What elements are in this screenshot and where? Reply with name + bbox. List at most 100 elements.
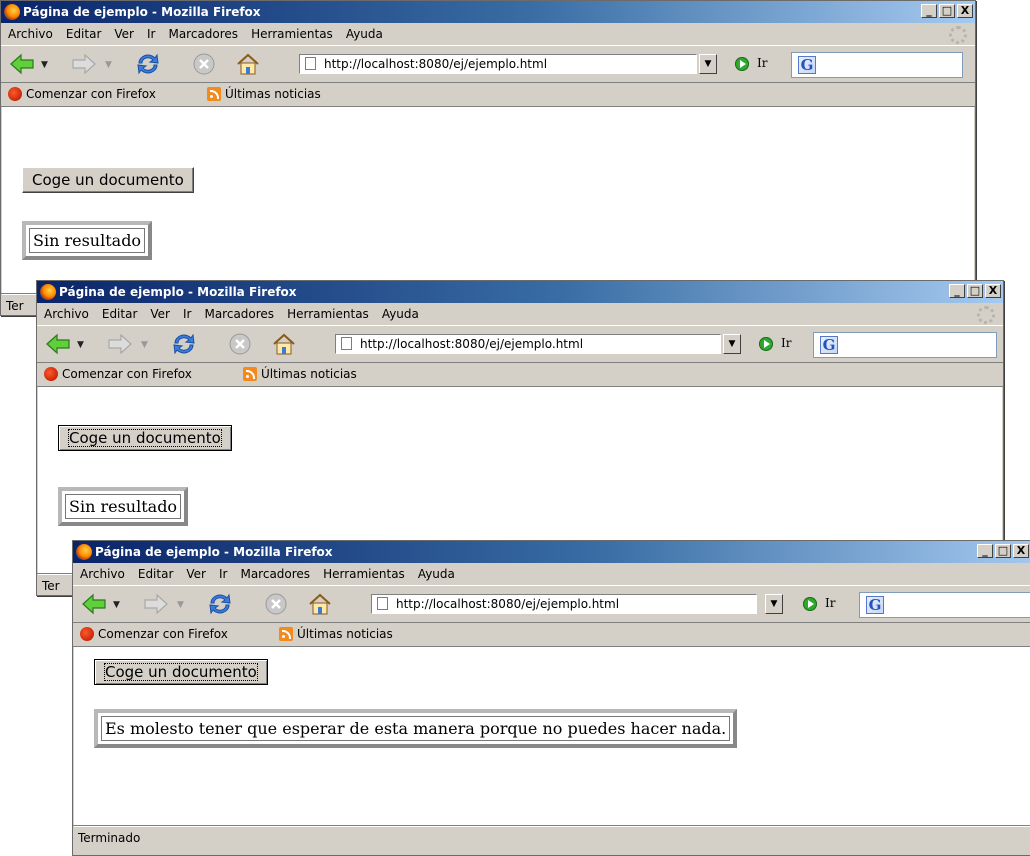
search-input[interactable]: G — [859, 592, 1030, 618]
menu-archivo[interactable]: Archivo — [8, 27, 53, 41]
menu-editar[interactable]: Editar — [66, 27, 102, 41]
menu-bar: Archivo Editar Ver Ir Marcadores Herramientas… — [73, 563, 1030, 585]
close-button[interactable]: X — [957, 4, 973, 18]
bookmarks-toolbar: Comenzar con Firefox Últimas noticias — [37, 362, 1003, 387]
stop-icon[interactable] — [227, 332, 253, 356]
home-icon[interactable] — [235, 52, 261, 76]
go-icon[interactable] — [735, 57, 749, 71]
google-search-icon[interactable]: G — [798, 56, 816, 74]
bookmark-noticias[interactable]: Últimas noticias — [261, 362, 357, 386]
firefox-icon — [76, 544, 92, 560]
menu-herramientas[interactable]: Herramientas — [287, 307, 369, 321]
google-search-icon[interactable]: G — [820, 336, 838, 354]
menu-marcadores[interactable]: Marcadores — [240, 567, 310, 581]
forward-dropdown-icon[interactable]: ▼ — [105, 60, 112, 70]
go-icon[interactable] — [759, 337, 773, 351]
title-bar[interactable]: Página de ejemplo - Mozilla Firefox _ □ … — [73, 541, 1030, 563]
result-box: Sin resultado — [58, 487, 189, 526]
page-content: Coge un documento Sin resultado — [2, 107, 974, 295]
back-dropdown-icon[interactable]: ▼ — [41, 60, 48, 70]
status-text: Terminado — [78, 831, 141, 845]
throbber-icon — [977, 306, 995, 324]
minimize-button[interactable]: _ — [977, 544, 993, 558]
go-label[interactable]: Ir — [825, 596, 835, 610]
home-icon[interactable] — [271, 332, 297, 356]
url-text: http://localhost:8080/ej/ejemplo.html — [360, 337, 584, 351]
home-icon[interactable] — [307, 592, 333, 616]
title-bar[interactable]: Página de ejemplo - Mozilla Firefox _ □ … — [37, 281, 1003, 303]
maximize-button[interactable]: □ — [939, 4, 955, 18]
menu-editar[interactable]: Editar — [138, 567, 174, 581]
menu-ir[interactable]: Ir — [183, 307, 191, 321]
menu-herramientas[interactable]: Herramientas — [251, 27, 333, 41]
stop-icon[interactable] — [263, 592, 289, 616]
url-bar[interactable]: http://localhost:8080/ej/ejemplo.html — [299, 54, 697, 74]
minimize-button[interactable]: _ — [949, 284, 965, 298]
menu-ir[interactable]: Ir — [147, 27, 155, 41]
maximize-button[interactable]: □ — [967, 284, 983, 298]
url-text: http://localhost:8080/ej/ejemplo.html — [396, 597, 620, 611]
close-button[interactable]: X — [1013, 544, 1029, 558]
url-dropdown-button[interactable]: ▼ — [699, 54, 717, 74]
menu-archivo[interactable]: Archivo — [44, 307, 89, 321]
menu-ayuda[interactable]: Ayuda — [346, 27, 383, 41]
throbber-icon — [949, 26, 967, 44]
url-dropdown-button[interactable]: ▼ — [723, 334, 741, 354]
get-document-button[interactable]: Coge un documento — [22, 167, 194, 193]
status-bar: Terminado — [73, 825, 1030, 850]
firefox-start-icon — [8, 87, 22, 101]
firefox-start-icon — [80, 627, 94, 641]
menu-ir[interactable]: Ir — [219, 567, 227, 581]
browser-window-3: Página de ejemplo - Mozilla Firefox _ □ … — [72, 540, 1030, 856]
close-button[interactable]: X — [985, 284, 1001, 298]
back-dropdown-icon[interactable]: ▼ — [77, 340, 84, 350]
back-arrow-icon[interactable] — [45, 332, 71, 356]
url-bar[interactable]: http://localhost:8080/ej/ejemplo.html — [371, 594, 757, 614]
search-input[interactable]: G — [813, 332, 997, 358]
bookmark-comenzar[interactable]: Comenzar con Firefox — [98, 622, 228, 646]
bookmark-noticias[interactable]: Últimas noticias — [225, 82, 321, 106]
menu-editar[interactable]: Editar — [102, 307, 138, 321]
forward-dropdown-icon[interactable]: ▼ — [141, 340, 148, 350]
bookmark-noticias[interactable]: Últimas noticias — [297, 622, 393, 646]
minimize-button[interactable]: _ — [921, 4, 937, 18]
go-label[interactable]: Ir — [781, 336, 791, 350]
forward-arrow-icon[interactable] — [71, 52, 97, 76]
menu-ayuda[interactable]: Ayuda — [382, 307, 419, 321]
forward-dropdown-icon[interactable]: ▼ — [177, 600, 184, 610]
maximize-button[interactable]: □ — [995, 544, 1011, 558]
menu-ver[interactable]: Ver — [114, 27, 134, 41]
reload-icon[interactable] — [207, 592, 233, 616]
reload-icon[interactable] — [171, 332, 197, 356]
go-icon[interactable] — [803, 597, 817, 611]
forward-arrow-icon[interactable] — [143, 592, 169, 616]
menu-ver[interactable]: Ver — [186, 567, 206, 581]
back-arrow-icon[interactable] — [81, 592, 107, 616]
url-bar[interactable]: http://localhost:8080/ej/ejemplo.html — [335, 334, 721, 354]
google-search-icon[interactable]: G — [866, 596, 884, 614]
go-label[interactable]: Ir — [757, 56, 767, 70]
forward-arrow-icon[interactable] — [107, 332, 133, 356]
bookmark-comenzar[interactable]: Comenzar con Firefox — [62, 362, 192, 386]
menu-ver[interactable]: Ver — [150, 307, 170, 321]
browser-window-1: Página de ejemplo - Mozilla Firefox _ □ … — [0, 0, 976, 316]
back-dropdown-icon[interactable]: ▼ — [113, 600, 120, 610]
page-icon — [377, 597, 388, 610]
get-document-button[interactable]: Coge un documento — [58, 425, 232, 451]
menu-archivo[interactable]: Archivo — [80, 567, 125, 581]
stop-icon[interactable] — [191, 52, 217, 76]
back-arrow-icon[interactable] — [9, 52, 35, 76]
bookmark-comenzar[interactable]: Comenzar con Firefox — [26, 82, 156, 106]
menu-marcadores[interactable]: Marcadores — [204, 307, 274, 321]
title-bar[interactable]: Página de ejemplo - Mozilla Firefox _ □ … — [1, 1, 975, 23]
get-document-button[interactable]: Coge un documento — [94, 659, 268, 685]
window-title: Página de ejemplo - Mozilla Firefox — [23, 5, 261, 19]
menu-ayuda[interactable]: Ayuda — [418, 567, 455, 581]
menu-herramientas[interactable]: Herramientas — [323, 567, 405, 581]
rss-feed-icon — [207, 87, 221, 101]
search-input[interactable]: G — [791, 52, 963, 78]
url-dropdown-button[interactable]: ▼ — [765, 594, 783, 614]
menu-bar: Archivo Editar Ver Ir Marcadores Herramientas… — [37, 303, 1003, 325]
reload-icon[interactable] — [135, 52, 161, 76]
menu-marcadores[interactable]: Marcadores — [168, 27, 238, 41]
